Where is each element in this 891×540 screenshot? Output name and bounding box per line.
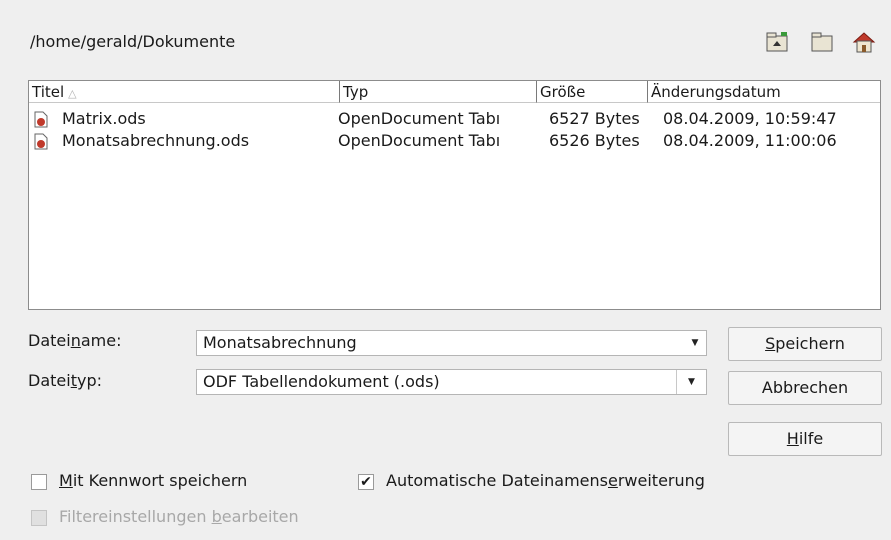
filetype-select[interactable]: ODF Tabellendokument (.ods) ▼ (196, 369, 707, 395)
home-icon (852, 32, 876, 53)
column-header-type[interactable]: Typ (340, 81, 537, 103)
column-header-title[interactable]: Titel △ (29, 81, 340, 103)
auto-extension-label[interactable]: Automatische Dateinamenserweiterung (386, 471, 705, 490)
current-path: /home/gerald/Dokumente (30, 32, 236, 51)
chevron-down-icon[interactable]: ▼ (676, 370, 706, 394)
auto-extension-checkbox[interactable]: ✔ (358, 474, 374, 490)
filename-input[interactable]: Monatsabrechnung (203, 331, 357, 355)
spreadsheet-file-icon (34, 133, 48, 150)
file-type: OpenDocument Tabı (338, 109, 501, 128)
help-button[interactable]: Hilfe (728, 422, 882, 456)
filename-combobox[interactable]: Monatsabrechnung ▼ (196, 330, 707, 356)
chevron-down-icon[interactable]: ▼ (684, 331, 706, 355)
spreadsheet-file-icon (34, 111, 48, 128)
filetype-label: Dateityp: (28, 371, 102, 390)
file-row[interactable]: Monatsabrechnung.ods OpenDocument Tabı 6… (29, 130, 880, 152)
file-list[interactable]: Titel △ Typ Größe Änderungsdatum Matrix.o… (28, 80, 881, 310)
filter-settings-label: Filtereinstellungen bearbeiten (59, 507, 299, 526)
filetype-value: ODF Tabellendokument (.ods) (203, 372, 440, 391)
column-header-modified[interactable]: Änderungsdatum (648, 81, 880, 103)
column-header-size[interactable]: Größe (537, 81, 648, 103)
checkmark-icon: ✔ (360, 474, 372, 490)
folder-up-icon (766, 32, 788, 52)
file-name: Matrix.ods (62, 109, 146, 128)
new-folder-button[interactable] (810, 30, 834, 54)
file-date: 08.04.2009, 11:00:06 (663, 131, 837, 150)
new-folder-icon (811, 32, 833, 52)
home-button[interactable] (852, 30, 876, 54)
cancel-button[interactable]: Abbrechen (728, 371, 882, 405)
sort-ascending-icon: △ (68, 87, 77, 100)
filename-label: Dateiname: (28, 331, 122, 350)
filter-settings-checkbox[interactable] (31, 510, 47, 526)
save-button[interactable]: Speichern (728, 327, 882, 361)
password-checkbox[interactable] (31, 474, 47, 490)
column-header-title-label: Titel (32, 83, 65, 101)
file-row[interactable]: Matrix.ods OpenDocument Tabı 6527 Bytes … (29, 108, 880, 130)
file-size: 6526 Bytes (549, 131, 640, 150)
file-date: 08.04.2009, 10:59:47 (663, 109, 837, 128)
password-checkbox-label[interactable]: Mit Kennwort speichern (59, 471, 247, 490)
file-name: Monatsabrechnung.ods (62, 131, 250, 150)
file-type: OpenDocument Tabı (338, 131, 501, 150)
file-size: 6527 Bytes (549, 109, 640, 128)
folder-up-button[interactable] (765, 30, 789, 54)
